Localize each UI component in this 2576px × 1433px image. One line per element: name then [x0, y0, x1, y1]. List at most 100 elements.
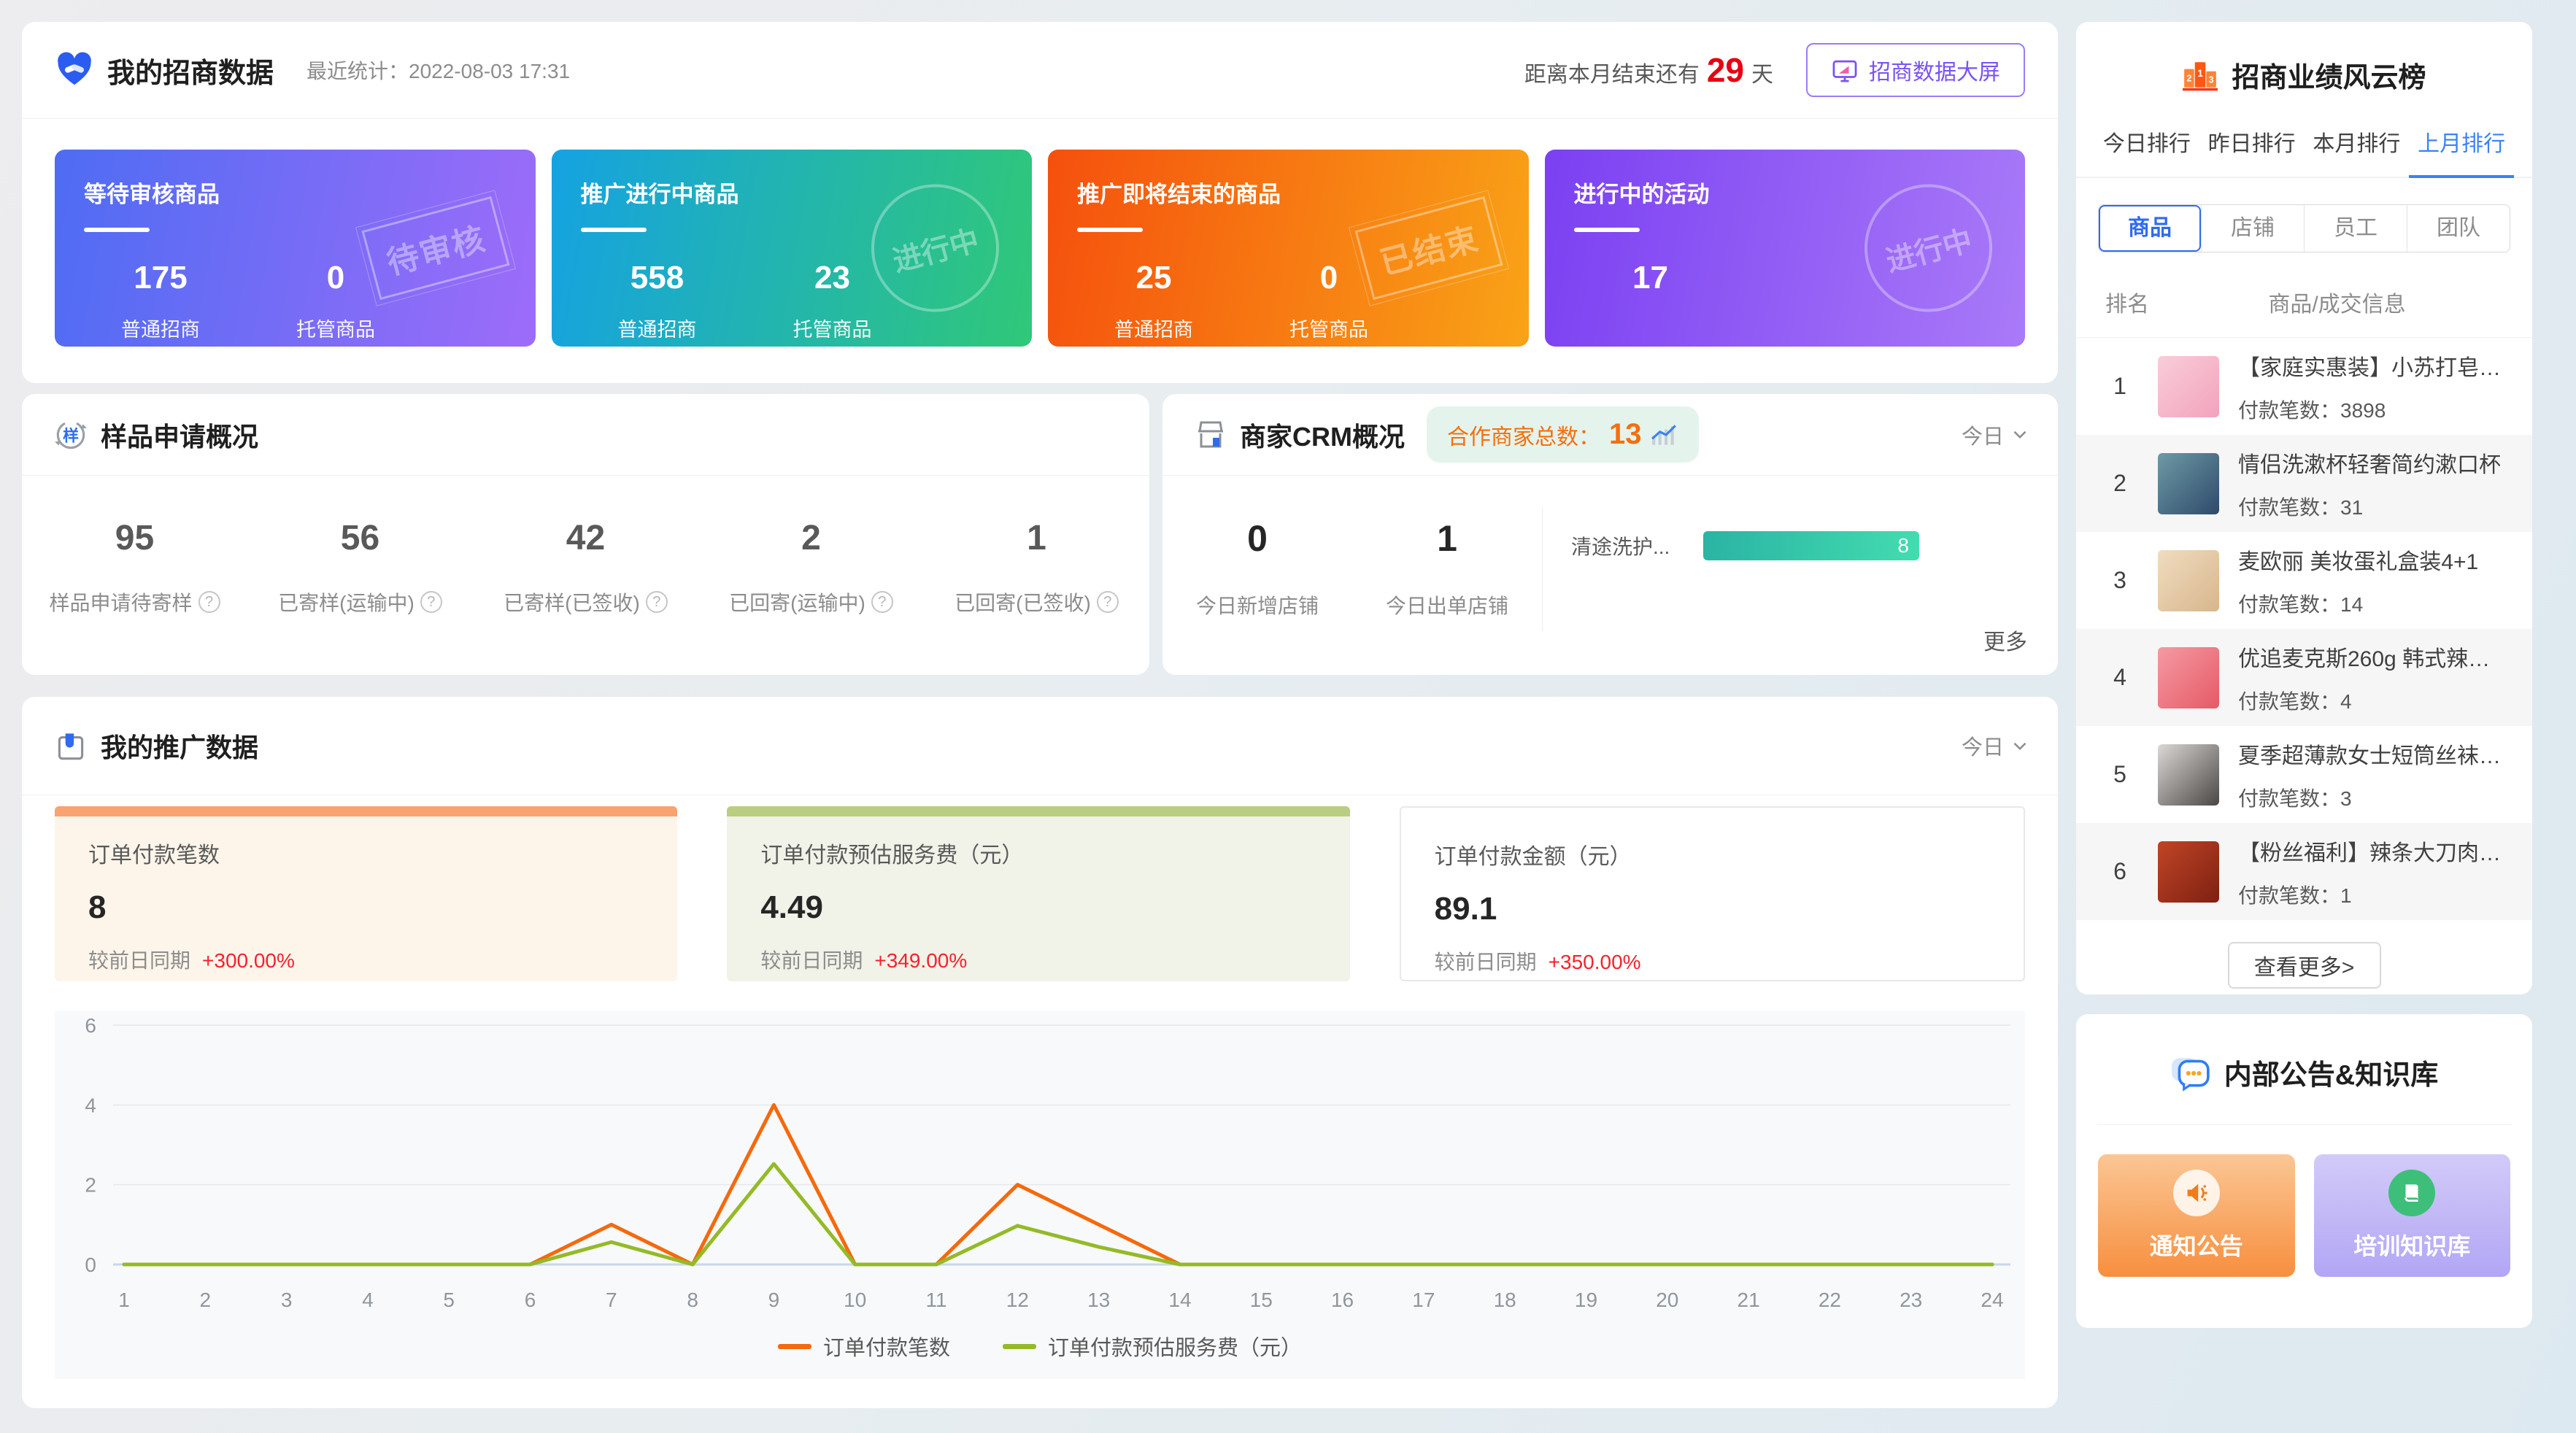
bag-icon	[58, 733, 84, 760]
section-title: 我的推广数据	[101, 733, 259, 762]
shop-icon	[1198, 421, 1223, 447]
chevron-down-icon	[2013, 742, 2027, 750]
promo-label: 普通招商	[121, 319, 200, 341]
sample-value: 95	[115, 519, 155, 557]
sample-overview-panel: 样 样品申请概况 95 样品申请待寄样 56 已寄样(运输中) 42 已寄样(已签收)…	[22, 394, 1149, 675]
product-thumbnail	[2158, 646, 2219, 708]
crm-label: 今日出单店铺	[1385, 594, 1508, 617]
product-name: 夏季超薄款女士短筒丝袜隐形...	[2238, 743, 2501, 768]
screen-icon	[1832, 60, 1857, 82]
svg-text:12: 12	[1006, 1289, 1029, 1311]
product-name: 优追麦克斯260g 韩式辣酱 不...	[2238, 646, 2501, 671]
sample-label: 样品申请待寄样	[49, 592, 193, 614]
help-icon[interactable]	[645, 591, 668, 613]
tab-this-month-rank[interactable]: 本月排行	[2305, 125, 2410, 178]
section-title: 商家CRM概况	[1240, 421, 1405, 452]
svg-text:4: 4	[362, 1289, 374, 1311]
svg-text:3: 3	[2209, 74, 2214, 85]
panel-header: 商家CRM概况 合作商家总数： 13 今日	[1162, 394, 2058, 476]
legend-dash	[777, 1343, 811, 1349]
sample-label: 已回寄(已签收)	[955, 592, 1091, 614]
svg-text:18: 18	[1494, 1289, 1516, 1311]
divider	[2097, 1124, 2512, 1125]
svg-text:1: 1	[2198, 68, 2204, 79]
tab-yesterday-rank[interactable]: 昨日排行	[2199, 125, 2305, 178]
help-icon[interactable]	[1096, 591, 1119, 613]
pay-count: 付款笔数：3	[2238, 787, 2352, 810]
legend-pay-count[interactable]: 订单付款笔数	[777, 1331, 950, 1361]
svg-text:20: 20	[1656, 1289, 1678, 1311]
trend-icon	[1651, 424, 1676, 445]
segment-product[interactable]: 商品	[2099, 205, 2201, 252]
promo-label: 托管商品	[1289, 319, 1368, 341]
page-title: 我的招商数据	[107, 58, 274, 89]
notice-tile[interactable]: 通知公告	[2098, 1154, 2295, 1277]
pay-count: 付款笔数：31	[2238, 495, 2364, 519]
segment-shop[interactable]: 店铺	[2201, 205, 2304, 252]
knowledge-title: 内部公告&知识库	[2076, 1052, 2532, 1092]
crm-date-filter[interactable]: 今日	[1962, 420, 2027, 450]
promo-card-title: 等待审核商品	[84, 182, 220, 207]
svg-text:6: 6	[525, 1289, 536, 1311]
legend-service-fee[interactable]: 订单付款预估服务费（元）	[1003, 1331, 1302, 1361]
ranking-row-3[interactable]: 4优追麦克斯260g 韩式辣酱 不...付款笔数：4	[2076, 629, 2532, 726]
crm-more-link[interactable]: 更多	[1983, 624, 2027, 656]
tab-today-rank[interactable]: 今日排行	[2094, 125, 2199, 178]
promo-label: 普通招商	[1114, 319, 1193, 341]
shop-bar-label: 清途洗护...	[1571, 536, 1670, 558]
training-tile[interactable]: 培训知识库	[2313, 1154, 2510, 1277]
ranking-row-2[interactable]: 3 麦欧丽 美妆蛋礼盒装4+1 付款笔数：14	[2076, 532, 2532, 629]
sample-label: 已寄样(运输中)	[278, 592, 414, 614]
crm-stats: 0 今日新增店铺 1 今日出单店铺	[1162, 476, 1542, 675]
svg-text:13: 13	[1087, 1289, 1110, 1311]
delta-value: +350.00%	[1548, 951, 1641, 973]
product-thumbnail	[2158, 841, 2219, 903]
svg-text:19: 19	[1575, 1289, 1597, 1311]
svg-text:9: 9	[768, 1289, 780, 1311]
segment-team[interactable]: 团队	[2407, 205, 2510, 252]
ranking-row-1[interactable]: 2 情侣洗漱杯轻奢简约漱口杯 付款笔数：31	[2076, 435, 2532, 532]
title-underline	[1077, 228, 1143, 232]
svg-text:1: 1	[118, 1289, 130, 1311]
sample-value: 42	[566, 519, 606, 557]
panel-header: 我的推广数据 今日	[22, 697, 2058, 795]
podium-icon: 2 13	[2183, 61, 2218, 90]
svg-text:8: 8	[687, 1289, 698, 1311]
pay-count: 付款笔数：14	[2238, 592, 2364, 616]
stat-card-topbar	[727, 806, 1350, 816]
shop-bar: 8	[1703, 531, 1919, 560]
segment-staff[interactable]: 员工	[2304, 205, 2407, 252]
panel-header: 样 样品申请概况	[22, 394, 1149, 476]
help-icon[interactable]	[420, 591, 442, 613]
view-more-button[interactable]: 查看更多>	[2227, 942, 2381, 989]
pay-count: 付款笔数：3898	[2238, 398, 2386, 422]
promo-label: 托管商品	[296, 319, 375, 341]
help-icon[interactable]	[871, 591, 893, 613]
delta-value: +300.00%	[202, 949, 295, 972]
ranking-row-5[interactable]: 6【粉丝福利】辣条大刀肉儿时...付款笔数：1	[2076, 823, 2532, 920]
month-countdown: 距离本月结束还有 29 天	[1524, 51, 1773, 89]
svg-text:样: 样	[63, 426, 79, 444]
sample-value: 1	[1027, 519, 1046, 557]
promo-card-3: 进行中的活动 17 进行中	[1544, 150, 2025, 347]
speaker-icon	[2172, 1170, 2220, 1216]
promotion-data-panel: 我的推广数据 今日 订单付款笔数 8 较前日同期 +300.00% 订单付款预估服…	[22, 697, 2058, 1408]
title-underline	[1573, 228, 1640, 232]
product-thumbnail	[2158, 743, 2219, 806]
chat-icon	[2171, 1057, 2210, 1092]
tab-last-month-rank[interactable]: 上月排行	[2409, 125, 2514, 178]
ranking-rows: 1【家庭实惠装】小苏打皂粉一...付款笔数：3898 2情侣洗漱杯轻奢简约漱口杯…	[2076, 338, 2532, 920]
ranking-row-0[interactable]: 1【家庭实惠装】小苏打皂粉一...付款笔数：3898	[2076, 338, 2532, 435]
promotion-stat-row: 订单付款笔数 8 较前日同期 +300.00% 订单付款预估服务费（元） 4.49…	[55, 806, 2025, 981]
promo-value: 175	[134, 260, 188, 296]
delta-value: +349.00%	[874, 949, 968, 972]
help-icon[interactable]	[198, 591, 220, 613]
big-screen-button[interactable]: 招商数据大屏	[1806, 43, 2025, 97]
ranking-row-4[interactable]: 5夏季超薄款女士短筒丝袜隐形...付款笔数：3	[2076, 726, 2532, 823]
ranking-title: 213 招商业绩风云榜	[2076, 55, 2532, 95]
product-name: 情侣洗漱杯轻奢简约漱口杯	[2238, 452, 2501, 477]
promotion-date-filter[interactable]: 今日	[1962, 730, 2027, 761]
promo-card-title: 推广即将结束的商品	[1077, 182, 1281, 207]
sample-stats: 95 样品申请待寄样 56 已寄样(运输中) 42 已寄样(已签收) 2 已回寄(运输中…	[22, 476, 1149, 617]
svg-text:21: 21	[1738, 1289, 1760, 1311]
